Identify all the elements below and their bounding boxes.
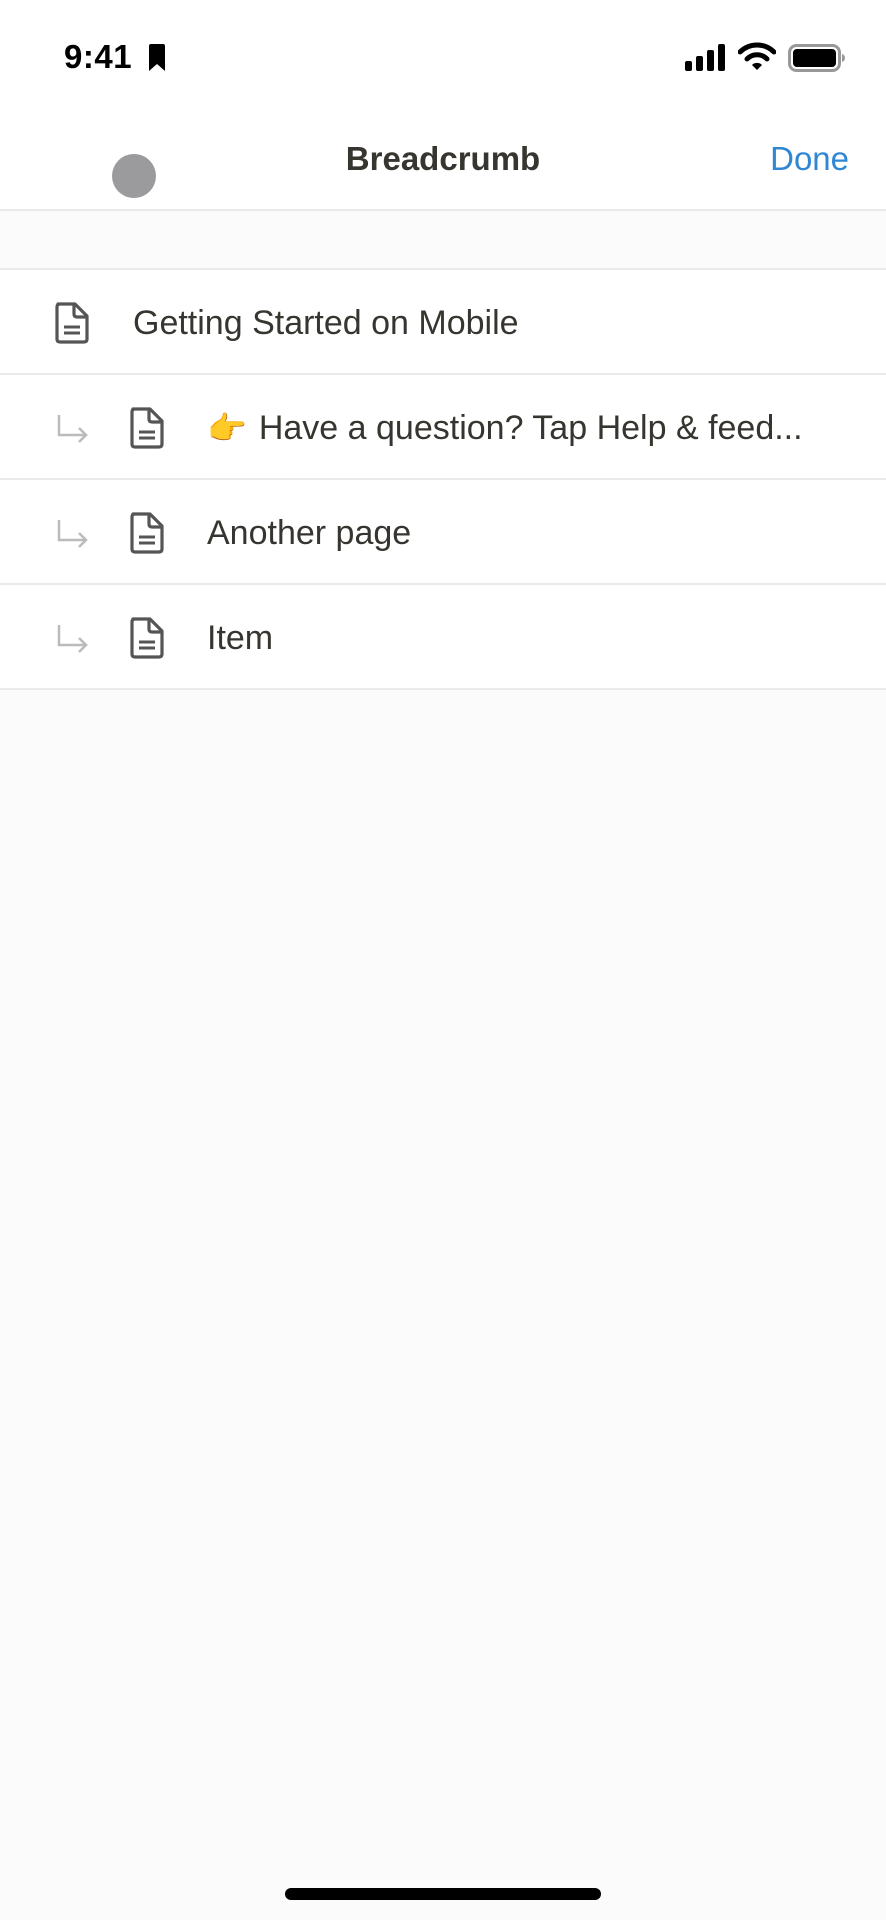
breadcrumb-list: Getting Started on Mobile 👉 Have a questi… <box>0 268 886 690</box>
status-bar: 9:41 <box>0 0 886 110</box>
home-indicator[interactable] <box>285 1888 601 1900</box>
page-icon <box>55 302 89 344</box>
page-icon <box>130 407 164 449</box>
battery-icon <box>788 44 845 72</box>
bookmark-icon <box>149 44 165 71</box>
breadcrumb-item-label: Another page <box>207 514 412 552</box>
breadcrumb-item[interactable]: Another page <box>0 478 886 583</box>
touch-indicator <box>112 154 156 198</box>
done-button[interactable]: Done <box>770 140 849 178</box>
page-icon <box>130 617 164 659</box>
status-time: 9:41 <box>64 38 133 75</box>
child-arrow-icon <box>57 625 88 653</box>
signal-icon <box>685 44 725 71</box>
breadcrumb-item[interactable]: 👉 Have a question? Tap Help & feed... <box>0 373 886 478</box>
wifi-icon <box>738 42 776 70</box>
breadcrumb-item-label: Getting Started on Mobile <box>133 304 519 342</box>
breadcrumb-item-text: Have a question? Tap Help & feed... <box>258 409 803 447</box>
child-arrow-icon <box>57 520 88 548</box>
breadcrumb-item-label: Item <box>207 619 274 657</box>
breadcrumb-item-label: 👉 Have a question? Tap Help & feed... <box>207 409 803 448</box>
pointing-hand-emoji: 👉 <box>207 410 247 446</box>
page-icon <box>130 512 164 554</box>
child-arrow-icon <box>57 415 88 443</box>
section-spacer <box>0 211 886 268</box>
breadcrumb-item[interactable]: Getting Started on Mobile <box>0 268 886 373</box>
breadcrumb-item[interactable]: Item <box>0 583 886 690</box>
